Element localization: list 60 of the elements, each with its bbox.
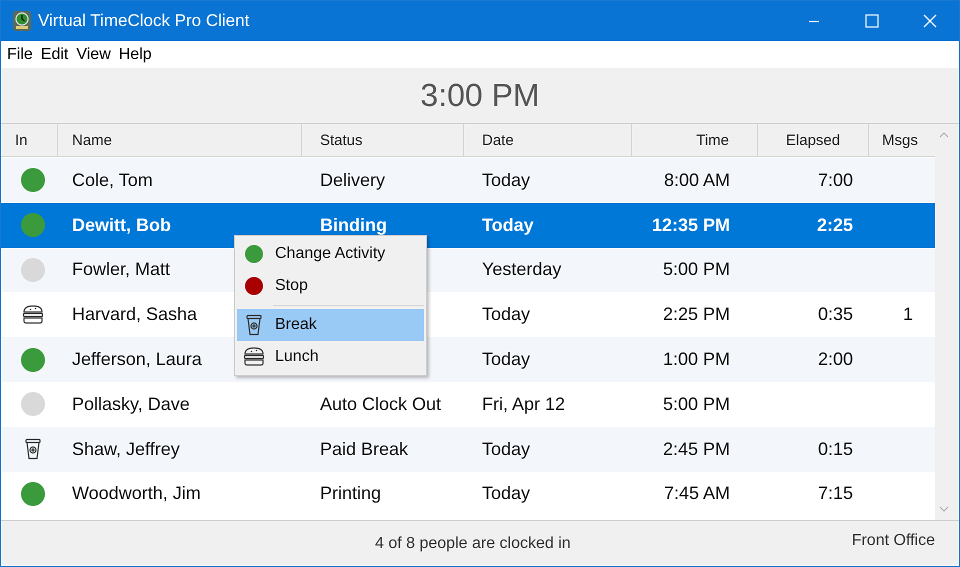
table-cell: Woodworth, Jim [72, 483, 201, 504]
table-cell: 2:00 [818, 349, 853, 370]
window-title: Virtual TimeClock Pro Client [38, 11, 250, 31]
table-cell: 1 [902, 304, 913, 326]
menu-item[interactable]: File [7, 46, 33, 64]
menu-item[interactable]: View [76, 46, 111, 64]
table-cell: Fri, Apr 12 [482, 394, 566, 415]
table-cell: Binding [320, 214, 387, 236]
table-cell: 5:00 PM [662, 394, 730, 415]
clock-time: 3:00 PM [420, 77, 540, 114]
table-cell: 8:00 AM [664, 170, 730, 191]
menu-item[interactable]: Lunch [237, 341, 424, 373]
table-cell: 12:35 PM [652, 214, 730, 236]
close-icon [923, 14, 937, 28]
table-cell: Pollasky, Dave [72, 394, 190, 415]
menu-item[interactable]: Edit [40, 46, 68, 64]
table-cell: Cole, Tom [72, 170, 153, 191]
table-cell: Shaw, Jeffrey [72, 438, 180, 460]
table-cell: Harvard, Sasha [72, 304, 198, 326]
table-cell: 0:35 [818, 304, 853, 326]
location-label: Front Office [852, 532, 935, 550]
maximize-icon [865, 14, 879, 28]
table-cell: 5:00 PM [662, 259, 730, 280]
table-cell: Fowler, Matt [72, 259, 170, 280]
table-cell: 2:25 PM [662, 304, 730, 326]
table-cell: 7:00 [818, 170, 853, 191]
column-header[interactable]: In [1, 124, 58, 156]
table-cell: Today [482, 214, 534, 236]
menu-item[interactable]: Help [118, 46, 152, 64]
column-header[interactable]: Name [58, 124, 302, 156]
table-cell: Today [482, 349, 530, 370]
scroll-down-icon[interactable] [939, 506, 949, 512]
table-cell: 2:25 [816, 214, 853, 236]
app-clock-icon [12, 10, 32, 32]
table-cell: Yesterday [482, 259, 562, 280]
table-cell: Paid Break [320, 438, 408, 460]
table-cell: Auto Clock Out [320, 394, 442, 415]
column-header[interactable]: Date [464, 124, 632, 156]
table-cell: Today [482, 304, 530, 326]
column-header[interactable]: Time [632, 124, 758, 156]
column-header[interactable]: Elapsed [758, 124, 869, 156]
table-cell: 7:45 AM [664, 483, 730, 504]
table-cell: Today [482, 438, 530, 460]
table-cell: Jefferson, Laura [72, 349, 202, 370]
scroll-up-icon[interactable] [939, 132, 949, 138]
table-cell: Dewitt, Bob [72, 214, 171, 236]
column-header[interactable]: Msgs [869, 124, 935, 156]
column-header[interactable]: Status [302, 124, 464, 156]
table-row[interactable]: Cole, Tom Delivery Today 8:00 AM 7:00 [1, 158, 935, 203]
table-cell: Today [482, 483, 530, 504]
table-cell: Delivery [320, 170, 386, 191]
table-row[interactable]: Shaw, Jeffrey Paid Break Today 2:45 PM 0:15 [1, 426, 935, 472]
table-cell: 2:45 PM [662, 438, 730, 460]
table-cell: 1:00 PM [662, 349, 730, 370]
table-cell: Today [482, 170, 530, 191]
table-cell: 7:15 [818, 483, 853, 504]
table-cell: 0:15 [818, 438, 853, 460]
menu-item[interactable]: Break [237, 309, 424, 341]
status-text: 4 of 8 people are clocked in [375, 534, 571, 552]
table-cell: Printing [320, 483, 382, 504]
